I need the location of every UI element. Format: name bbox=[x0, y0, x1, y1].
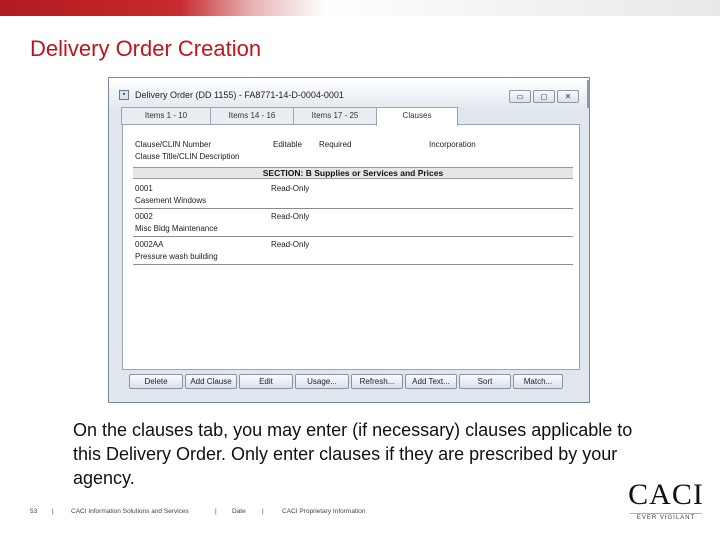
footer-separator: | bbox=[52, 508, 54, 515]
slide-title: Delivery Order Creation bbox=[30, 36, 262, 61]
tab-strip: Items 1 - 10 Items 14 - 16 Items 17 - 25… bbox=[121, 107, 458, 126]
window-title: Delivery Order (DD 1155) - FA8771-14-D-0… bbox=[135, 90, 344, 100]
footer-page-number: 53 bbox=[30, 508, 38, 515]
clauses-panel: Clause/CLIN Number Editable Required Inc… bbox=[122, 124, 580, 370]
window-app-icon: ▪ bbox=[119, 90, 129, 100]
refresh-button[interactable]: Refresh... bbox=[351, 374, 403, 389]
header-editable: Editable bbox=[273, 140, 302, 149]
match-button[interactable]: Match... bbox=[513, 374, 563, 389]
header-incorporation: Incorporation bbox=[429, 140, 476, 149]
window-titlebar: ▪ Delivery Order (DD 1155) - FA8771-14-D… bbox=[109, 78, 589, 108]
header-clause-title: Clause Title/CLIN Description bbox=[135, 152, 240, 161]
clin-description: Pressure wash building bbox=[135, 252, 218, 261]
table-row[interactable]: 0002AA Read-Only Pressure wash building bbox=[133, 238, 573, 265]
clin-editable: Read-Only bbox=[271, 240, 310, 249]
logo-tagline: EVER VIGILANT bbox=[636, 515, 696, 521]
button-bar: Delete Add Clause Edit Usage... Refresh.… bbox=[129, 374, 565, 389]
sort-button[interactable]: Sort bbox=[459, 374, 511, 389]
top-accent-bar bbox=[0, 0, 720, 16]
minimize-button[interactable]: ▭ bbox=[509, 90, 531, 103]
clin-number: 0001 bbox=[135, 184, 153, 193]
footer-company: CACI Information Solutions and Services bbox=[71, 508, 189, 515]
tab-items-14-16[interactable]: Items 14 - 16 bbox=[210, 107, 294, 125]
footer-proprietary: CACI Proprietary Information bbox=[282, 508, 366, 515]
delivery-order-window: ▪ Delivery Order (DD 1155) - FA8771-14-D… bbox=[108, 77, 590, 403]
section-b-row[interactable]: SECTION: B Supplies or Services and Pric… bbox=[133, 167, 573, 179]
tab-items-1-10[interactable]: Items 1 - 10 bbox=[121, 107, 211, 125]
clin-number: 0002AA bbox=[135, 240, 164, 249]
logo-divider bbox=[630, 513, 702, 514]
delete-button[interactable]: Delete bbox=[129, 374, 183, 389]
clin-description: Casement Windows bbox=[135, 196, 207, 205]
tab-items-17-25[interactable]: Items 17 - 25 bbox=[293, 107, 377, 125]
window-scroll-edge bbox=[587, 80, 590, 108]
add-clause-button[interactable]: Add Clause bbox=[185, 374, 237, 389]
footer-separator: | bbox=[215, 508, 217, 515]
clin-editable: Read-Only bbox=[271, 212, 310, 221]
slide-caption: On the clauses tab, you may enter (if ne… bbox=[73, 420, 633, 488]
add-text-button[interactable]: Add Text... bbox=[405, 374, 457, 389]
tab-clauses[interactable]: Clauses bbox=[376, 107, 458, 126]
header-required: Required bbox=[319, 140, 352, 149]
caci-logo: CACI EVER VIGILANT bbox=[628, 478, 704, 522]
usage-button[interactable]: Usage... bbox=[295, 374, 349, 389]
clin-description: Misc Bldg Maintenance bbox=[135, 224, 218, 233]
clin-number: 0002 bbox=[135, 212, 153, 221]
footer-date: Date bbox=[232, 508, 246, 515]
logo-wordmark: CACI bbox=[628, 478, 704, 511]
clin-editable: Read-Only bbox=[271, 184, 310, 193]
header-clause-clin-number: Clause/CLIN Number bbox=[135, 140, 212, 149]
maximize-button[interactable]: ◻ bbox=[533, 90, 555, 103]
footer-separator: | bbox=[262, 508, 264, 515]
table-row[interactable]: 0001 Read-Only Casement Windows bbox=[133, 182, 573, 209]
edit-button[interactable]: Edit bbox=[239, 374, 293, 389]
close-button[interactable]: ✕ bbox=[557, 90, 579, 103]
table-row[interactable]: 0002 Read-Only Misc Bldg Maintenance bbox=[133, 210, 573, 237]
